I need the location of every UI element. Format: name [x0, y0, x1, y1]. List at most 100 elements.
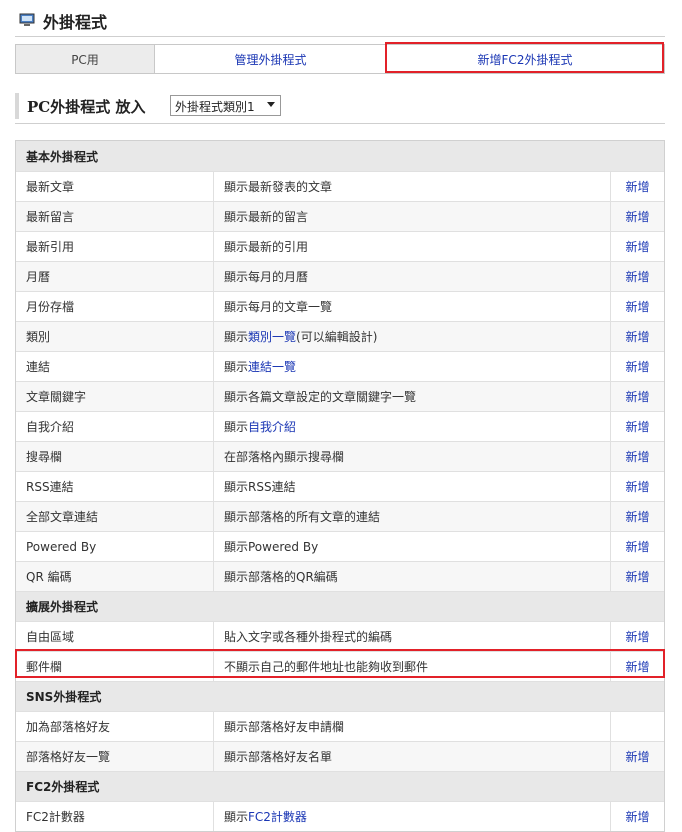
tab-pc[interactable]: PC用	[16, 45, 155, 73]
links-list-link[interactable]: 連結一覽	[248, 358, 296, 375]
plugin-name: 類別	[16, 322, 214, 351]
tab-manage-plugins[interactable]: 管理外掛程式	[155, 45, 386, 73]
table-row: 最新留言 顯示最新的留言 新增	[16, 201, 664, 231]
plugin-name: 自我介紹	[16, 412, 214, 441]
table-row: 自我介紹 顯示 自我介紹 新增	[16, 411, 664, 441]
table-row: 自由區域 貼入文字或各種外掛程式的編碼 新增	[16, 621, 664, 651]
plugin-name: QR 編碼	[16, 562, 214, 591]
tab-bar: PC用 管理外掛程式 新增FC2外掛程式	[15, 44, 665, 74]
section-title: 基本外掛程式	[26, 149, 99, 164]
category-select-value: 外掛程式類別1	[175, 100, 255, 114]
section-header-extended: 擴展外掛程式	[16, 591, 664, 621]
table-row: Powered By 顯示Powered By 新增	[16, 531, 664, 561]
monitor-icon	[19, 13, 35, 26]
plugin-description: 顯示部落格的QR編碼	[214, 562, 611, 591]
table-row: QR 編碼 顯示部落格的QR編碼 新增	[16, 561, 664, 591]
plugin-table: 基本外掛程式 最新文章 顯示最新發表的文章 新增 最新留言 顯示最新的留言 新增…	[15, 140, 665, 832]
add-plugin-link[interactable]: 新增	[625, 748, 649, 765]
tab-add-fc2-plugin[interactable]: 新增FC2外掛程式	[386, 45, 664, 73]
category-select[interactable]: 外掛程式類別1	[170, 95, 281, 116]
plugin-name: 月份存檔	[16, 292, 214, 321]
table-row: 連結 顯示 連結一覽 新增	[16, 351, 664, 381]
plugin-description: 顯示每月的文章一覽	[214, 292, 611, 321]
table-row: 類別 顯示 類別一覽 (可以編輯設計) 新增	[16, 321, 664, 351]
plugin-description: 在部落格內顯示搜尋欄	[214, 442, 611, 471]
plugin-description: 顯示Powered By	[214, 532, 611, 561]
add-plugin-link[interactable]: 新增	[625, 538, 649, 555]
table-row: 部落格好友一覽 顯示部落格好友名單 新增	[16, 741, 664, 771]
fc2-counter-link[interactable]: FC2計數器	[248, 808, 307, 825]
add-plugin-link[interactable]: 新增	[625, 448, 649, 465]
chevron-down-icon	[267, 102, 275, 107]
plugin-description: 貼入文字或各種外掛程式的編碼	[214, 622, 611, 651]
add-plugin-link[interactable]: 新增	[625, 388, 649, 405]
plugin-description: 顯示 連結一覽	[214, 352, 611, 381]
section-header-sns: SNS外掛程式	[16, 681, 664, 711]
plugin-description: 顯示RSS連結	[214, 472, 611, 501]
add-plugin-link[interactable]: 新增	[625, 268, 649, 285]
plugin-description: 顯示部落格好友申請欄	[214, 712, 611, 741]
plugin-description: 顯示 類別一覽 (可以編輯設計)	[214, 322, 611, 351]
plugin-name: 部落格好友一覽	[16, 742, 214, 771]
plugin-description: 顯示 FC2計數器	[214, 802, 611, 831]
description-prefix: 顯示	[224, 810, 249, 824]
selector-divider	[15, 123, 665, 124]
plugin-description: 顯示部落格好友名單	[214, 742, 611, 771]
plugin-name: FC2計數器	[16, 802, 214, 831]
plugin-description: 顯示部落格的所有文章的連結	[214, 502, 611, 531]
plugin-name: 最新文章	[16, 172, 214, 201]
header-divider	[15, 36, 665, 37]
plugin-description: 顯示最新的留言	[214, 202, 611, 231]
add-plugin-link[interactable]: 新增	[625, 808, 649, 825]
add-plugin-link[interactable]: 新增	[625, 508, 649, 525]
add-plugin-link[interactable]: 新增	[625, 628, 649, 645]
add-plugin-link[interactable]: 新增	[625, 358, 649, 375]
add-plugin-link[interactable]: 新增	[625, 658, 649, 675]
plugin-description: 顯示各篇文章設定的文章關鍵字一覽	[214, 382, 611, 411]
plugin-name: 連結	[16, 352, 214, 381]
description-suffix: (可以編輯設計)	[296, 330, 378, 344]
plugin-description: 顯示 自我介紹	[214, 412, 611, 441]
plugin-name: 加為部落格好友	[16, 712, 214, 741]
table-row: 加為部落格好友 顯示部落格好友申請欄	[16, 711, 664, 741]
page-header: 外掛程式	[15, 8, 665, 37]
table-row: 郵件欄 不顯示自己的郵件地址也能夠收到郵件 新增	[16, 651, 664, 681]
section-title: FC2外掛程式	[26, 780, 100, 794]
plugin-name: 文章關鍵字	[16, 382, 214, 411]
table-row: 月份存檔 顯示每月的文章一覽 新增	[16, 291, 664, 321]
plugin-name: 最新引用	[16, 232, 214, 261]
table-row: 最新文章 顯示最新發表的文章 新增	[16, 171, 664, 201]
add-plugin-link[interactable]: 新增	[625, 298, 649, 315]
section-header-basic: 基本外掛程式	[16, 141, 664, 171]
table-row: 最新引用 顯示最新的引用 新增	[16, 231, 664, 261]
section-header-fc2: FC2外掛程式	[16, 771, 664, 801]
section-title: 擴展外掛程式	[26, 600, 99, 614]
self-intro-link[interactable]: 自我介紹	[248, 418, 296, 435]
table-row: FC2計數器 顯示 FC2計數器 新增	[16, 801, 664, 831]
plugin-description: 顯示最新的引用	[214, 232, 611, 261]
plugin-name: 搜尋欄	[16, 442, 214, 471]
description-prefix: 顯示	[224, 330, 249, 344]
plugin-description: 不顯示自己的郵件地址也能夠收到郵件	[214, 652, 611, 681]
plugin-name: RSS連結	[16, 472, 214, 501]
plugin-name: Powered By	[16, 532, 214, 561]
add-plugin-link[interactable]: 新增	[625, 568, 649, 585]
add-plugin-link[interactable]: 新增	[625, 238, 649, 255]
table-row: RSS連結 顯示RSS連結 新增	[16, 471, 664, 501]
plugin-name: 郵件欄	[16, 652, 214, 681]
category-list-link[interactable]: 類別一覽	[248, 328, 296, 345]
description-prefix: 顯示	[224, 420, 249, 434]
plugin-description: 顯示最新發表的文章	[214, 172, 611, 201]
add-plugin-link[interactable]: 新增	[625, 208, 649, 225]
table-row: 文章關鍵字 顯示各篇文章設定的文章關鍵字一覽 新增	[16, 381, 664, 411]
table-row: 搜尋欄 在部落格內顯示搜尋欄 新增	[16, 441, 664, 471]
table-row: 全部文章連結 顯示部落格的所有文章的連結 新增	[16, 501, 664, 531]
table-row: 月曆 顯示每月的月曆 新增	[16, 261, 664, 291]
add-plugin-link[interactable]: 新增	[625, 328, 649, 345]
selector-label: PC外掛程式 放入	[27, 98, 146, 116]
add-plugin-link[interactable]: 新增	[625, 178, 649, 195]
add-plugin-link[interactable]: 新增	[625, 478, 649, 495]
add-plugin-link[interactable]: 新增	[625, 418, 649, 435]
description-prefix: 顯示	[224, 360, 249, 374]
plugin-name: 自由區域	[16, 622, 214, 651]
